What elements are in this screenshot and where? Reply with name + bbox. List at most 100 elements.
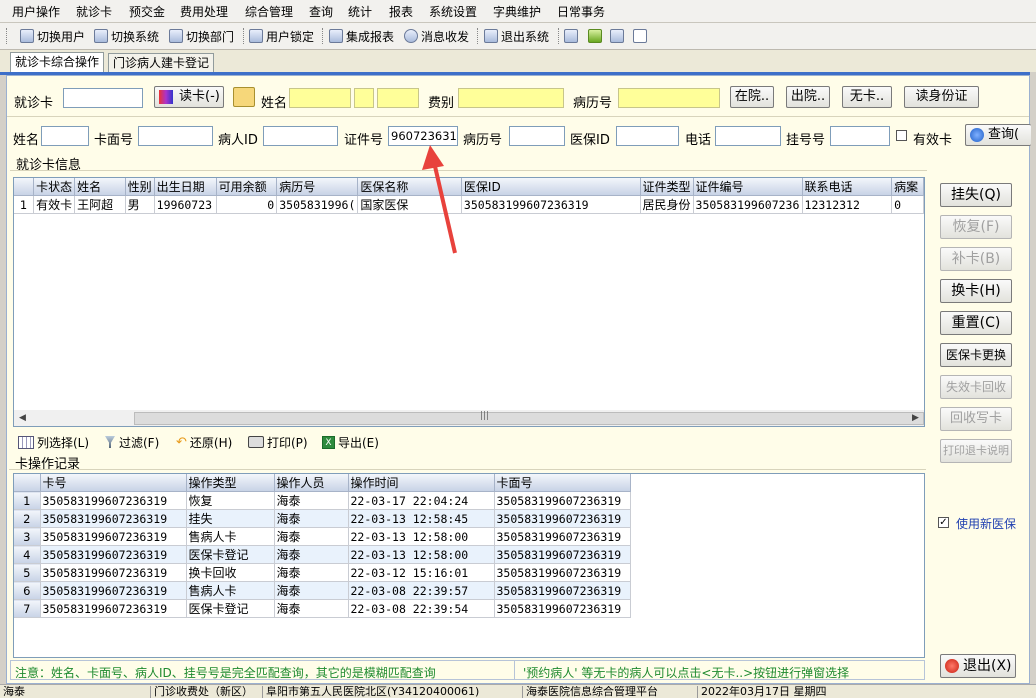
report-loss-button[interactable]: 挂失(Q) xyxy=(940,183,1012,207)
table-row[interactable]: 5 350583199607236319 换卡回收 海泰 22-03-12 15:16:… xyxy=(14,563,631,582)
category-field[interactable] xyxy=(458,88,564,108)
toolbar-separator xyxy=(243,28,246,44)
col-header[interactable]: 操作人员 xyxy=(274,474,349,492)
patient-id-input[interactable] xyxy=(263,126,338,146)
no-card-button[interactable]: 无卡.. xyxy=(842,86,892,108)
age-field-top[interactable] xyxy=(377,88,419,108)
col-header[interactable]: 病案 xyxy=(891,178,924,196)
menu-fees[interactable]: 费用处理 xyxy=(180,3,228,20)
invalid-card-recycle-button[interactable]: 失效卡回收 xyxy=(940,375,1012,399)
col-header[interactable]: 联系电话 xyxy=(802,178,893,196)
layout-tool-button[interactable] xyxy=(610,27,627,45)
scroll-left-icon[interactable]: ◀ xyxy=(14,410,31,426)
plugin-tool-button[interactable] xyxy=(588,27,605,45)
menu-prepay[interactable]: 预交金 xyxy=(129,3,165,20)
cell-operator: 海泰 xyxy=(274,581,349,600)
window-tool-button[interactable] xyxy=(633,27,650,45)
record-no-label-top: 病历号 xyxy=(573,96,613,111)
info-icon xyxy=(404,29,418,43)
edit-tool-button[interactable] xyxy=(564,27,581,45)
column-select-button[interactable]: 列选择(L) xyxy=(18,434,89,450)
table-row[interactable]: 3 350583199607236319 售病人卡 海泰 22-03-13 12:58:… xyxy=(14,527,631,546)
col-header[interactable]: 卡状态 xyxy=(33,178,76,196)
menu-reports[interactable]: 报表 xyxy=(389,3,413,20)
card-face-input[interactable] xyxy=(138,126,213,146)
col-header[interactable]: 医保ID xyxy=(461,178,641,196)
col-header[interactable]: 操作时间 xyxy=(348,474,495,492)
insurance-card-change-button[interactable]: 医保卡更换 xyxy=(940,343,1012,367)
menu-stats[interactable]: 统计 xyxy=(348,3,372,20)
col-header[interactable]: 出生日期 xyxy=(154,178,217,196)
col-header[interactable]: 证件编号 xyxy=(693,178,803,196)
table-row[interactable]: 6 350583199607236319 售病人卡 海泰 22-03-08 22:39:… xyxy=(14,581,631,600)
exit-system-button[interactable]: 退出系统 xyxy=(484,27,549,45)
reset-button[interactable]: 重置(C) xyxy=(940,311,1012,335)
table-row[interactable]: 7 350583199607236319 医保卡登记 海泰 22-03-08 22:39… xyxy=(14,599,631,618)
name-label: 姓名 xyxy=(13,133,40,148)
tab-strip: 就诊卡综合操作 门诊病人建卡登记 xyxy=(0,50,1036,73)
reg-no-input[interactable] xyxy=(830,126,890,146)
use-new-insurance-checkbox[interactable]: ✓ xyxy=(938,517,949,528)
window-icon xyxy=(633,29,647,43)
scroll-right-icon[interactable]: ▶ xyxy=(907,410,924,426)
tab-card-registration[interactable]: 门诊病人建卡登记 xyxy=(108,53,215,72)
export-button[interactable]: X 导出(E) xyxy=(322,434,379,450)
name-input[interactable] xyxy=(41,126,89,146)
insurance-id-input[interactable] xyxy=(616,126,679,146)
col-header[interactable]: 病历号 xyxy=(276,178,359,196)
filter-button[interactable]: 过滤(F) xyxy=(105,434,159,450)
tab-card-ops[interactable]: 就诊卡综合操作 xyxy=(10,52,105,73)
table-row[interactable]: 1 350583199607236319 恢复 海泰 22-03-17 22:04:24… xyxy=(14,491,631,510)
toolbar: 切换用户 切换系统 切换部门 用户锁定 集成报表 消息收发 退出系统 xyxy=(0,23,1036,50)
card-input[interactable] xyxy=(63,88,143,108)
restore-button[interactable]: 恢复(F) xyxy=(940,215,1012,239)
cell-op-type: 医保卡登记 xyxy=(186,599,275,618)
col-header[interactable]: 卡面号 xyxy=(494,474,631,492)
record-no-field-top[interactable] xyxy=(618,88,720,108)
cell-card-face: 350583199607236319 xyxy=(494,491,631,510)
restore-view-button[interactable]: ↶ 还原(H) xyxy=(176,434,232,450)
col-header[interactable]: 操作类型 xyxy=(186,474,275,492)
col-header[interactable]: 可用余额 xyxy=(216,178,278,196)
valid-card-checkbox[interactable] xyxy=(896,130,907,141)
switch-user-button[interactable]: 切换用户 xyxy=(20,27,85,45)
col-header[interactable]: 卡号 xyxy=(40,474,187,492)
table-row[interactable]: 2 350583199607236319 挂失 海泰 22-03-13 12:58:45… xyxy=(14,509,631,528)
inpatient-button[interactable]: 在院.. xyxy=(730,86,774,108)
switch-dept-button[interactable]: 切换部门 xyxy=(169,27,234,45)
menu-settings[interactable]: 系统设置 xyxy=(429,3,477,20)
col-header[interactable]: 性别 xyxy=(125,178,155,196)
lock-user-button[interactable]: 用户锁定 xyxy=(249,27,314,45)
menu-daily[interactable]: 日常事务 xyxy=(557,3,605,20)
menu-query[interactable]: 查询 xyxy=(309,3,333,20)
discharged-button[interactable]: 出院.. xyxy=(786,86,830,108)
scroll-thumb[interactable]: ||| xyxy=(134,411,924,425)
category-label: 费别 xyxy=(428,96,455,111)
menu-user-ops[interactable]: 用户操作 xyxy=(12,3,60,20)
integrated-report-button[interactable]: 集成报表 xyxy=(329,27,394,45)
table-row[interactable]: 4 350583199607236319 医保卡登记 海泰 22-03-13 12:58… xyxy=(14,545,631,564)
reissue-card-button[interactable]: 补卡(B) xyxy=(940,247,1012,271)
query-button[interactable]: 查询( xyxy=(965,124,1031,146)
replace-card-button[interactable]: 换卡(H) xyxy=(940,279,1012,303)
menu-card[interactable]: 就诊卡 xyxy=(76,3,112,20)
name-field-top[interactable] xyxy=(289,88,351,108)
message-button[interactable]: 消息收发 xyxy=(404,27,469,45)
print-button[interactable]: 打印(P) xyxy=(248,434,308,450)
broom-clear-button[interactable] xyxy=(233,87,255,107)
menu-dictionary[interactable]: 字典维护 xyxy=(493,3,541,20)
phone-input[interactable] xyxy=(715,126,781,146)
read-card-button[interactable]: 读卡(-) xyxy=(154,86,224,108)
read-id-card-button[interactable]: 读身份证 xyxy=(904,86,979,108)
col-header[interactable]: 姓名 xyxy=(74,178,126,196)
sex-field-top[interactable] xyxy=(354,88,374,108)
table-row[interactable]: 1 有效卡 王阿超 男 19960723 0 3505831996( 国家医保 … xyxy=(14,195,924,214)
horizontal-scrollbar[interactable]: ◀ ||| ▶ xyxy=(14,410,924,426)
record-no-input[interactable] xyxy=(509,126,565,146)
switch-system-button[interactable]: 切换系统 xyxy=(94,27,159,45)
recycle-write-card-button[interactable]: 回收写卡 xyxy=(940,407,1012,431)
col-header[interactable]: 证件类型 xyxy=(640,178,694,196)
menu-admin[interactable]: 综合管理 xyxy=(245,3,293,20)
exit-button[interactable]: 退出(X) xyxy=(940,654,1016,678)
print-refund-note-button[interactable]: 打印退卡说明 xyxy=(940,439,1012,463)
